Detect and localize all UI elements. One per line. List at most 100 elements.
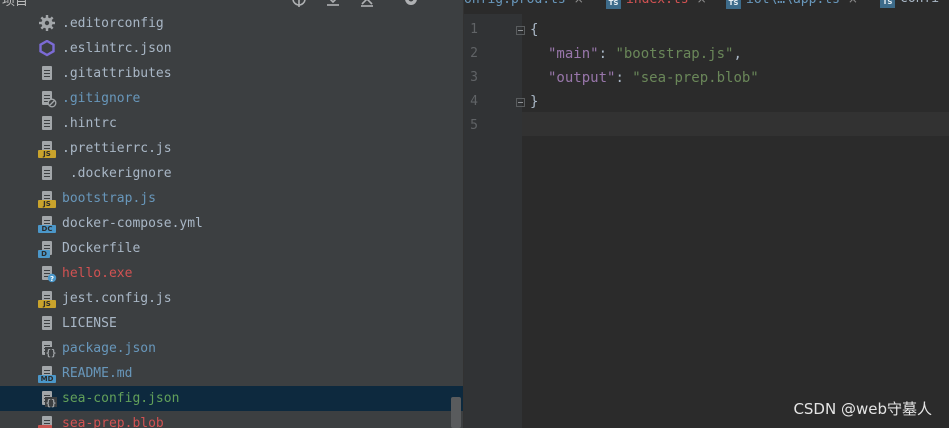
svg-text:?: ?	[50, 275, 54, 283]
markdown-file-icon: MD	[38, 365, 58, 383]
editor-tab-label: onfig.prod.ts	[464, 0, 566, 7]
json-key-main: "main"	[548, 46, 599, 62]
file-tree-item[interactable]: DC docker-compose.yml	[0, 211, 450, 236]
js-badge: JS	[38, 300, 56, 308]
unknown-file-icon: ?	[38, 265, 58, 283]
line-number-gutter: 1 2 3 4 5	[464, 14, 525, 428]
file-tree-item[interactable]: .gitignore	[0, 86, 450, 111]
json-key-output: "output"	[548, 70, 616, 86]
project-panel-title[interactable]: 项目	[2, 0, 28, 9]
line-number: 1	[470, 22, 478, 37]
editor-tab[interactable]: TS iot\…\app.ts ×	[726, 0, 858, 10]
file-tree-item[interactable]: {} package.json	[0, 336, 450, 361]
js-file-icon: JS	[38, 140, 58, 158]
close-brace: }	[530, 94, 539, 110]
file-name: package.json	[62, 341, 156, 356]
file-name: bootstrap.js	[62, 191, 156, 206]
fold-marker-icon[interactable]	[516, 26, 525, 35]
code-line-2: "main": "bootstrap.js",	[548, 42, 742, 66]
text-file-icon	[38, 115, 58, 133]
file-name: .gitattributes	[62, 66, 172, 81]
file-tree-item[interactable]: .hintrc	[0, 111, 450, 136]
file-tree-item[interactable]: .editorconfig	[0, 11, 450, 36]
line-number: 4	[470, 94, 478, 109]
md-badge: MD	[38, 375, 56, 383]
editor-tab[interactable]: onfig.prod.ts ×	[464, 0, 584, 10]
close-tab-icon[interactable]: ×	[574, 0, 584, 6]
file-name: .dockerignore	[62, 166, 172, 181]
editor-tab-label: index.ts	[626, 0, 689, 7]
close-tab-icon[interactable]: ×	[697, 0, 707, 6]
project-panel-header: 项目	[0, 0, 463, 10]
dc-badge: DC	[38, 225, 56, 233]
text-file-icon	[38, 315, 58, 333]
settings-gear-icon[interactable]	[402, 0, 420, 8]
file-tree-item[interactable]: JS jest.config.js	[0, 286, 450, 311]
project-scrollbar[interactable]	[451, 397, 461, 428]
file-name: sea-prep.blob	[62, 416, 164, 428]
open-brace: {	[530, 22, 539, 38]
file-tree-item[interactable]: LICENSE	[0, 311, 450, 336]
locate-icon[interactable]	[290, 0, 308, 8]
project-panel: 项目 .editorconfig .eslintrc.json .gitattrib…	[0, 0, 463, 428]
file-name: LICENSE	[62, 316, 117, 331]
js-badge: JS	[38, 150, 56, 158]
colon: :	[615, 70, 633, 86]
editor-tab-label: confi	[900, 0, 939, 6]
typescript-file-icon: TS	[606, 0, 621, 9]
colon: :	[598, 46, 616, 62]
svg-text:{}: {}	[46, 399, 57, 408]
gear-icon	[38, 15, 58, 33]
svg-text:{}: {}	[46, 349, 57, 358]
file-tree-item[interactable]: .eslintrc.json	[0, 36, 450, 61]
file-name: .eslintrc.json	[62, 41, 172, 56]
comma: ,	[733, 46, 742, 62]
fold-marker-icon[interactable]	[516, 98, 525, 107]
file-name: Dockerfile	[62, 241, 141, 256]
line-number: 2	[470, 46, 478, 61]
file-name: .hintrc	[62, 116, 117, 131]
file-tree-item[interactable]: .dockerignore	[0, 161, 450, 186]
file-name: docker-compose.yml	[62, 216, 203, 231]
editor-tab[interactable]: TS confi	[880, 0, 939, 10]
file-name: .prettierrc.js	[62, 141, 172, 156]
eslint-icon	[38, 39, 58, 58]
typescript-file-icon: TS	[726, 0, 741, 9]
hide-panel-icon[interactable]	[436, 0, 454, 8]
close-tab-icon[interactable]: ×	[848, 0, 858, 6]
js-file-icon: JS	[38, 190, 58, 208]
blob-file-icon	[38, 415, 58, 428]
text-file-icon	[38, 165, 58, 183]
file-name: .editorconfig	[62, 16, 164, 31]
expand-all-icon[interactable]	[324, 0, 342, 8]
typescript-file-icon: TS	[880, 0, 895, 8]
file-tree-item[interactable]: JS bootstrap.js	[0, 186, 450, 211]
collapse-all-icon[interactable]	[358, 0, 376, 8]
file-name: .gitignore	[62, 91, 141, 106]
file-tree-item[interactable]: JS .prettierrc.js	[0, 136, 450, 161]
file-tree-item[interactable]: {} sea-config.json	[0, 386, 463, 411]
json-file-icon: {}	[38, 340, 58, 358]
code-line-4: }	[530, 90, 538, 114]
file-tree-item[interactable]: ? hello.exe	[0, 261, 450, 286]
csdn-watermark: CSDN @web守墓人	[793, 400, 932, 418]
file-tree-item[interactable]: sea-prep.blob	[0, 411, 450, 428]
file-name: sea-config.json	[62, 391, 180, 406]
line-number: 3	[470, 70, 478, 85]
code-line-1: {	[530, 18, 538, 42]
docker-compose-file-icon: DC	[38, 215, 58, 233]
file-tree-item[interactable]: MD README.md	[0, 361, 450, 386]
line-number: 5	[470, 118, 478, 133]
json-file-icon: {}	[38, 390, 58, 408]
dockerfile-icon: D	[38, 240, 58, 258]
json-value-main: "bootstrap.js"	[615, 46, 734, 62]
code-line-3: "output": "sea-prep.blob"	[548, 66, 759, 90]
js-file-icon: JS	[38, 290, 58, 308]
file-name: README.md	[62, 366, 133, 381]
editor-tab[interactable]: TS index.ts ×	[606, 0, 707, 10]
file-tree-item[interactable]: D Dockerfile	[0, 236, 450, 261]
editor-area[interactable]: onfig.prod.ts × TS index.ts × TS iot\…\app.ts ×…	[464, 0, 949, 428]
file-tree-item[interactable]: .gitattributes	[0, 61, 450, 86]
file-name: hello.exe	[62, 266, 133, 281]
editor-tab-label: iot\…\app.ts	[746, 0, 840, 7]
